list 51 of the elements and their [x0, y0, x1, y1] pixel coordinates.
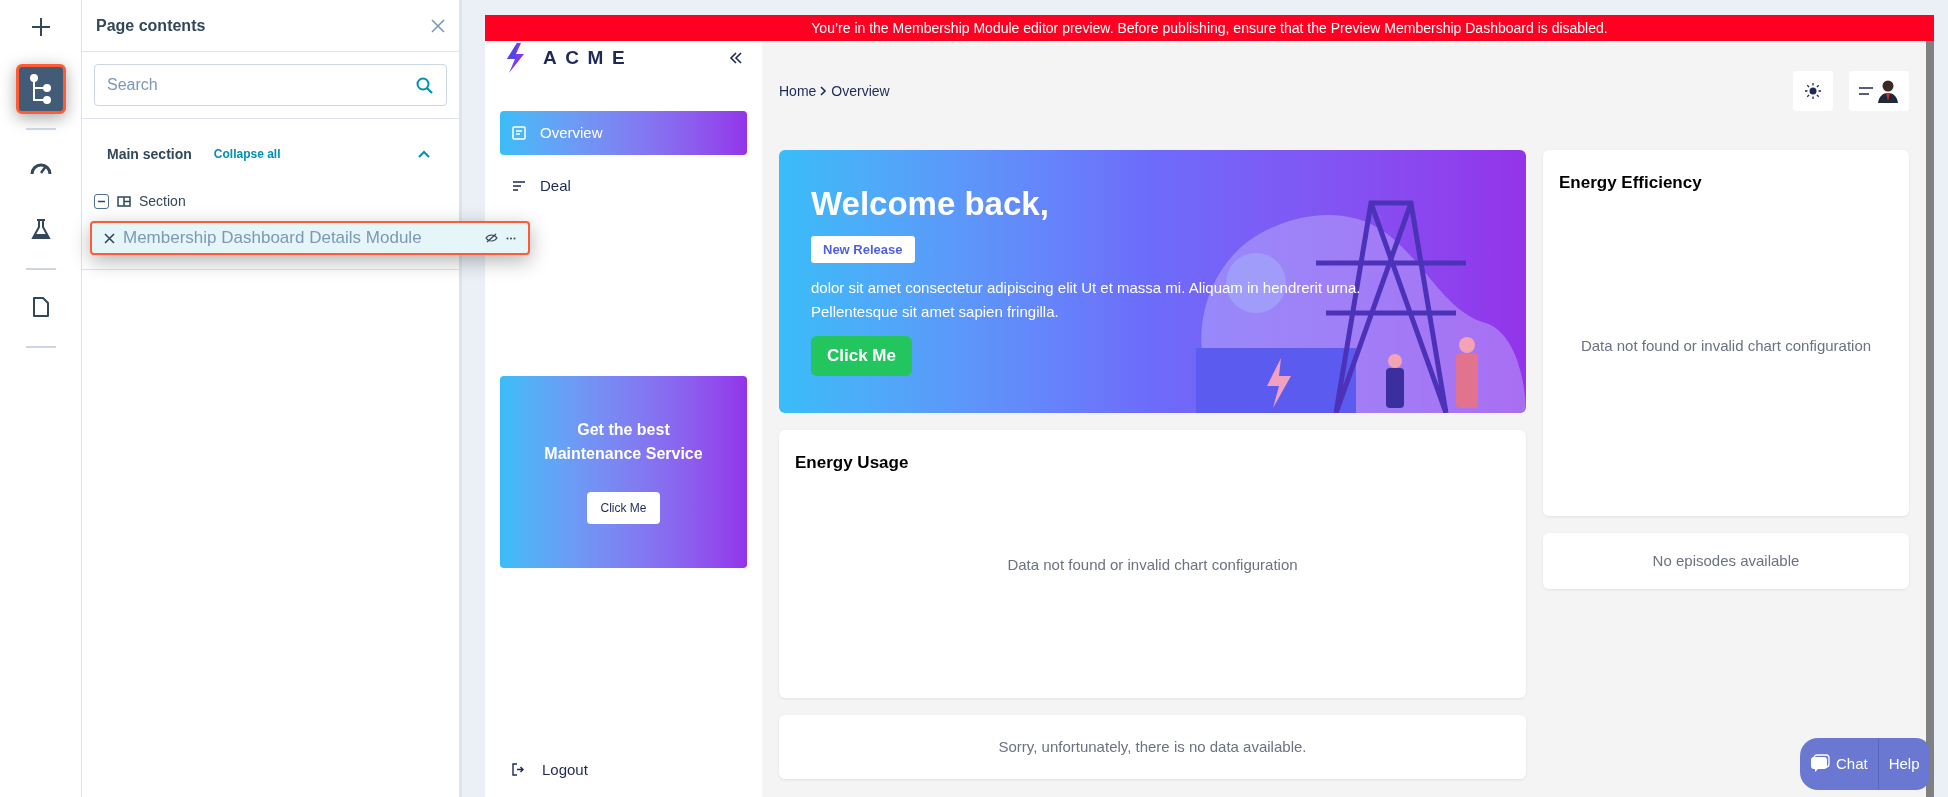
- theme-toggle[interactable]: [1793, 71, 1833, 111]
- hero-button[interactable]: Click Me: [811, 336, 912, 376]
- empty-message: Sorry, unfortunately, there is no data available.: [998, 736, 1307, 757]
- rail-button[interactable]: [15, 64, 66, 114]
- logout-link[interactable]: Logout: [542, 758, 588, 781]
- chevron-right-icon: [820, 86, 828, 96]
- help-button[interactable]: Help: [1878, 738, 1930, 790]
- collapse-all-link[interactable]: Collapse all: [213, 145, 281, 163]
- avatar-icon: [1877, 79, 1899, 103]
- sun-icon: [1805, 83, 1821, 99]
- empty-message: No episodes available: [1652, 550, 1800, 571]
- nav-item[interactable]: Overview: [500, 111, 747, 155]
- breadcrumb-item: Overview: [831, 81, 890, 101]
- add-icon: [29, 16, 52, 38]
- nav-item[interactable]: Deal: [500, 164, 747, 208]
- expand-toggle[interactable]: [94, 193, 109, 209]
- section-title: Main section: [107, 144, 192, 164]
- more-icon[interactable]: [506, 236, 516, 240]
- profile-menu[interactable]: [1849, 71, 1909, 111]
- notice-banner: You’re in the Membership Module editor preview. Before publishing, ensure that the Preview Membership Dashboard is disabled.: [485, 15, 1934, 41]
- list-icon: [512, 180, 526, 192]
- brand-name: ACME: [543, 45, 634, 70]
- chat-button[interactable]: Chat: [1800, 738, 1879, 790]
- tree-item[interactable]: Membership Dashboard Details Module: [90, 221, 530, 255]
- collapse-icon[interactable]: [729, 52, 743, 64]
- dashboard-icon: [512, 126, 526, 140]
- menu-icon: [1859, 87, 1873, 95]
- tree-icon: [28, 74, 53, 104]
- tree-item-label[interactable]: Section: [139, 190, 186, 212]
- card-title: Energy Usage: [795, 452, 910, 474]
- empty-message: Data not found or invalid chart configuration: [1007, 554, 1298, 575]
- breadcrumb-item[interactable]: Home: [779, 80, 817, 102]
- search-field[interactable]: Search: [94, 64, 447, 106]
- logout-icon[interactable]: [512, 763, 524, 777]
- release-tag: New Release: [811, 236, 915, 263]
- welcome-title: Welcome back,: [811, 184, 1049, 224]
- bolt-logo-icon: [505, 43, 525, 73]
- page-icon: [31, 296, 50, 318]
- promo-button[interactable]: Click Me: [587, 492, 660, 524]
- empty-message: Data not found or invalid chart configuration: [1580, 335, 1872, 356]
- hidden-icon[interactable]: [485, 233, 498, 243]
- panel-title: Page contents: [96, 15, 206, 36]
- scrollbar[interactable]: [1926, 41, 1934, 797]
- search-icon[interactable]: [416, 77, 433, 94]
- chevron-icon[interactable]: [418, 150, 430, 158]
- section-icon: [117, 195, 131, 207]
- promo-title: Get the best Maintenance Service: [543, 420, 704, 464]
- flask-icon: [30, 218, 51, 240]
- chat-icon: [1810, 754, 1830, 774]
- close-icon[interactable]: [104, 232, 115, 244]
- card-title: Energy Efficiency: [1559, 172, 1703, 194]
